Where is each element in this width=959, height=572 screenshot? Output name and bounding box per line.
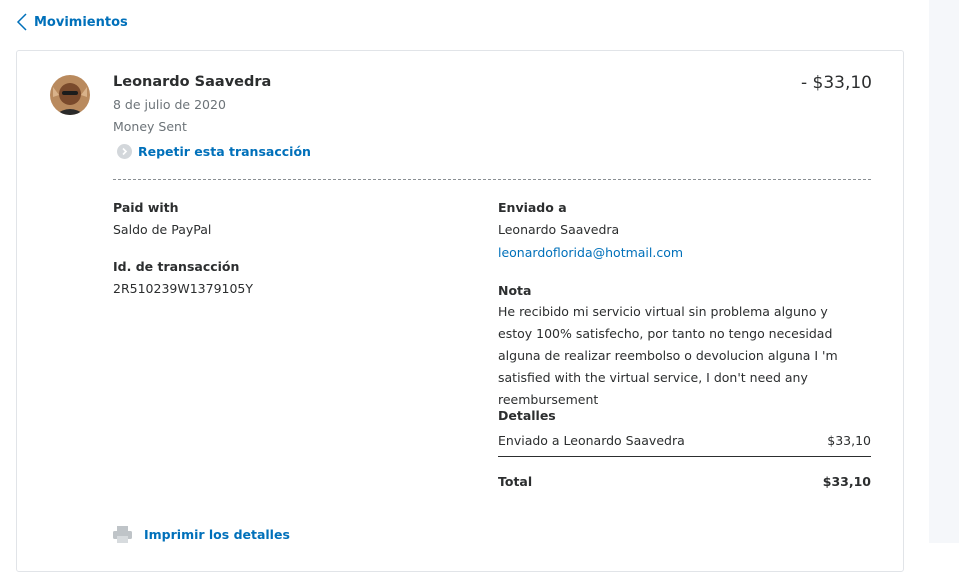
details-line-item: Enviado a Leonardo Saavedra $33,10 (498, 433, 871, 448)
details-total-row: Total $33,10 (498, 474, 871, 489)
total-label: Total (498, 474, 533, 489)
transaction-id-value: 2R510239W1379105Y (113, 281, 254, 296)
recipient-email-link[interactable]: leonardoflorida@hotmail.com (498, 245, 683, 260)
transaction-amount: - $33,10 (800, 73, 872, 93)
repeat-arrow-icon (117, 144, 132, 159)
printer-icon (113, 526, 132, 543)
chevron-left-icon (16, 13, 27, 31)
repeat-transaction-label: Repetir esta transacción (138, 144, 311, 159)
total-amount: $33,10 (822, 474, 871, 489)
note-label: Nota (498, 283, 532, 298)
paid-with-label: Paid with (113, 200, 179, 215)
sent-to-name: Leonardo Saavedra (498, 222, 620, 237)
avatar (50, 75, 90, 115)
details-total-divider (498, 456, 871, 457)
transaction-id-label: Id. de transacción (113, 259, 240, 274)
counterparty-name: Leonardo Saavedra (113, 74, 272, 90)
right-rail (929, 0, 959, 543)
transaction-date: 8 de julio de 2020 (113, 97, 226, 112)
note-text: He recibido mi servicio virtual sin prob… (498, 304, 838, 407)
repeat-transaction-link[interactable]: Repetir esta transacción (117, 144, 311, 159)
section-divider (113, 179, 871, 180)
transaction-card: Leonardo Saavedra 8 de julio de 2020 Mon… (16, 50, 904, 572)
details-label: Detalles (498, 408, 556, 423)
line-item-amount: $33,10 (827, 433, 871, 448)
back-link[interactable]: Movimientos (16, 12, 128, 32)
print-details-label: Imprimir los detalles (144, 527, 290, 542)
print-details-link[interactable]: Imprimir los detalles (113, 526, 290, 543)
transaction-type: Money Sent (113, 119, 187, 134)
back-link-label: Movimientos (34, 14, 128, 30)
sent-to-label: Enviado a (498, 200, 567, 215)
line-item-description: Enviado a Leonardo Saavedra (498, 433, 685, 448)
paid-with-value: Saldo de PayPal (113, 222, 212, 237)
